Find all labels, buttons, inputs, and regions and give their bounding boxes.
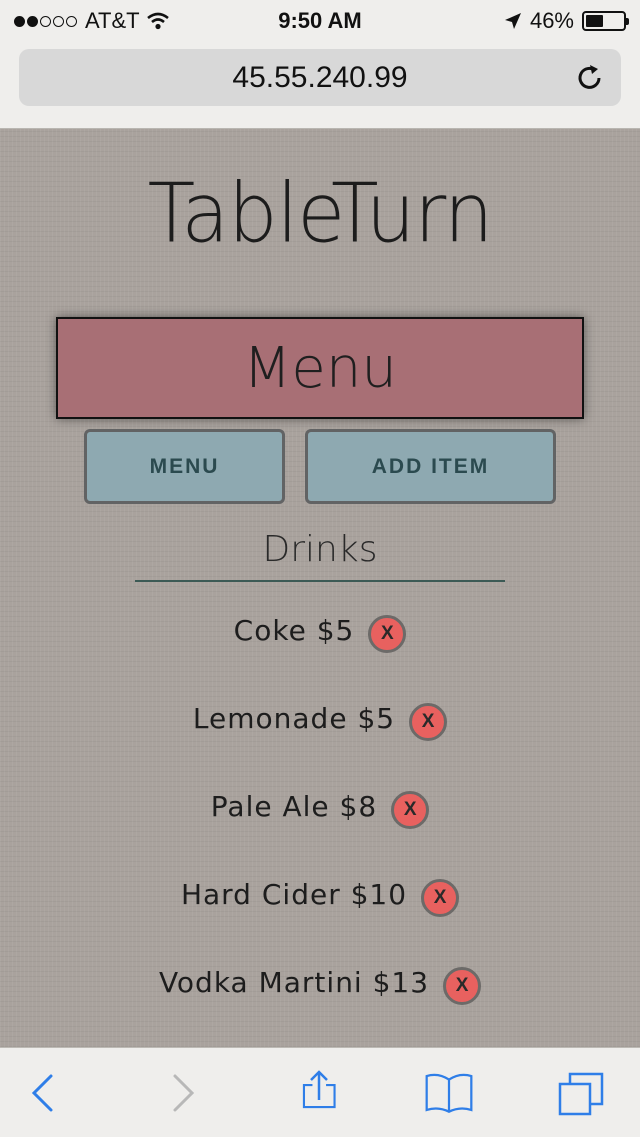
battery-percent: 46%: [529, 8, 574, 33]
bookmarks-icon[interactable]: [424, 1068, 474, 1118]
brand-logo: TableTurn: [147, 166, 494, 262]
list-item: Coke $5 X: [0, 607, 640, 653]
menu-item-label: Hard Cider $10: [180, 877, 408, 911]
status-right: 46%: [504, 8, 629, 34]
list-item: Hard Cider $10 X: [0, 871, 640, 917]
menu-item-label: Coke $5: [233, 613, 355, 647]
remove-item-button[interactable]: X: [391, 791, 430, 829]
page-content: TableTurn Menu MENU ADD ITEM Drinks Coke…: [0, 129, 640, 1047]
tabs-icon[interactable]: [556, 1068, 606, 1118]
reload-icon[interactable]: [575, 62, 605, 92]
url-text: 45.55.240.99: [232, 60, 408, 94]
browser-toolbar: [0, 1047, 640, 1137]
location-arrow-icon: [504, 13, 521, 29]
menu-button[interactable]: MENU: [84, 429, 285, 504]
remove-item-button[interactable]: X: [443, 967, 482, 1005]
status-bar: AT&T 9:50 AM 46%: [0, 0, 640, 40]
browser-chrome: 45.55.240.99: [0, 40, 640, 129]
section-divider: [135, 580, 505, 582]
list-item: Lemonade $5 X: [0, 695, 640, 741]
forward-icon[interactable]: [158, 1068, 208, 1118]
add-item-button[interactable]: ADD ITEM: [305, 429, 556, 504]
list-item: Pale Ale $8 X: [0, 783, 640, 829]
share-icon[interactable]: [294, 1068, 344, 1118]
battery-icon: [582, 11, 629, 31]
remove-item-button[interactable]: X: [409, 703, 448, 741]
menu-item-label: Lemonade $5: [192, 701, 396, 735]
address-bar[interactable]: 45.55.240.99: [19, 49, 621, 106]
menu-item-label: Vodka Martini $13: [158, 965, 430, 999]
list-item: Vodka Martini $13 X: [0, 959, 640, 1005]
page-title: Menu: [56, 317, 584, 419]
remove-item-button[interactable]: X: [421, 879, 460, 917]
section-title: Drinks: [262, 529, 378, 570]
menu-item-label: Pale Ale $8: [210, 789, 378, 823]
back-icon[interactable]: [18, 1068, 68, 1118]
remove-item-button[interactable]: X: [368, 615, 407, 653]
